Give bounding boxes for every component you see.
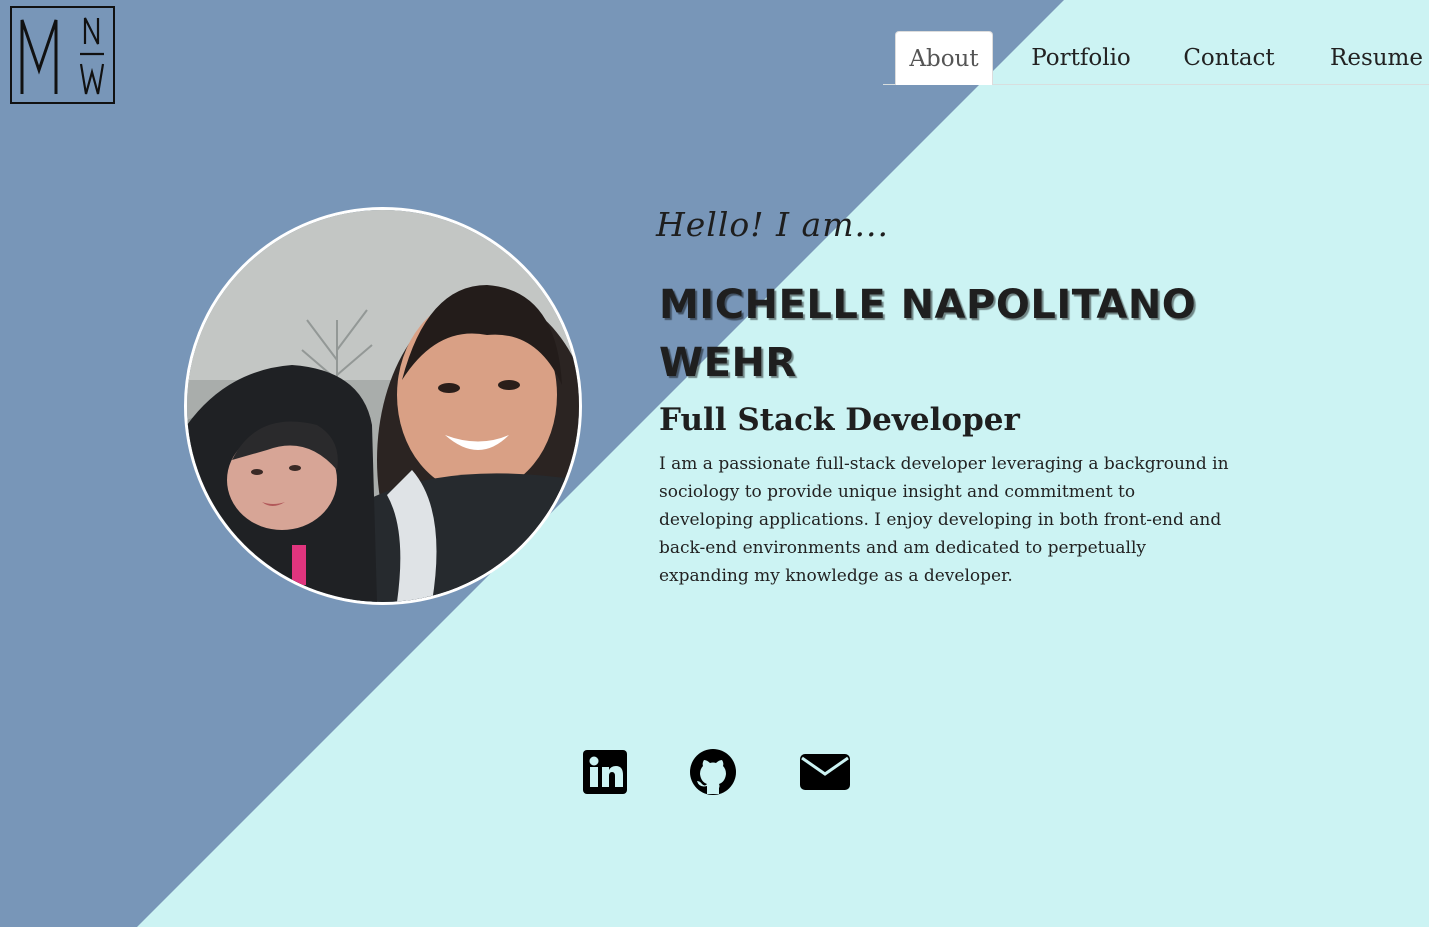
greeting-text: Hello! I am... — [656, 205, 889, 244]
tab-resume[interactable]: Resume — [1324, 31, 1429, 85]
logo-monogram-icon — [20, 17, 105, 95]
bio-paragraph: I am a passionate full-stack developer l… — [659, 454, 1229, 586]
profile-photo — [184, 207, 582, 605]
email-link[interactable] — [800, 752, 850, 792]
github-link[interactable] — [689, 748, 737, 796]
main-nav: About Portfolio Contact Resume — [883, 31, 1429, 85]
job-title: Full Stack Developer — [659, 402, 1020, 438]
github-icon — [690, 749, 736, 795]
tab-about[interactable]: About — [895, 31, 993, 85]
envelope-icon — [800, 754, 850, 790]
tab-portfolio[interactable]: Portfolio — [1026, 31, 1136, 85]
site-logo[interactable] — [10, 6, 115, 104]
linkedin-link[interactable] — [583, 750, 627, 794]
tab-contact[interactable]: Contact — [1179, 31, 1279, 85]
developer-name: MICHELLE NAPOLITANO WEHR — [659, 282, 1197, 386]
linkedin-icon — [583, 750, 627, 794]
